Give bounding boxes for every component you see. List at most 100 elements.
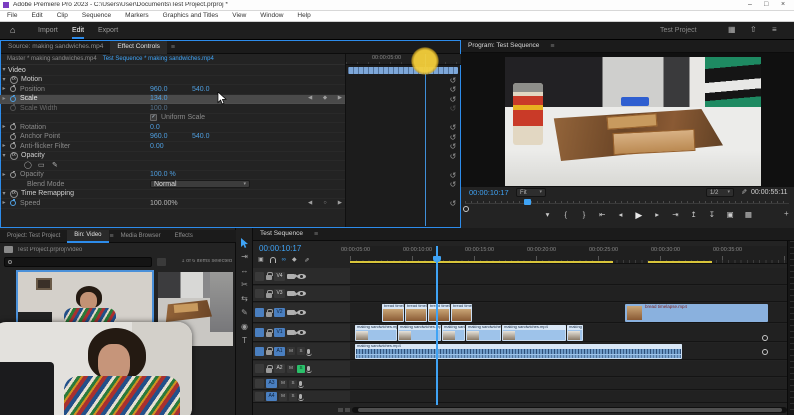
scrollbar-thumb[interactable] [358,408,782,412]
stopwatch-icon[interactable] [10,124,16,130]
ec-row-opacity-section[interactable]: ▾fx Opacity [0,152,345,162]
position-y-value[interactable]: 540.0 [192,86,210,93]
reset-icon[interactable]: ↺ [448,142,458,152]
program-scrubber[interactable] [465,201,789,204]
linked-selection-icon[interactable]: ∞ [282,257,286,263]
position-x-value[interactable]: 960.0 [150,86,168,93]
menu-clip[interactable]: Clip [50,11,75,22]
source-patch[interactable] [255,347,264,356]
ec-row-rotation[interactable]: ▸ Rotation 0.0 [0,123,345,133]
stopwatch-icon[interactable] [10,105,16,111]
source-patch[interactable] [255,364,264,373]
motion-label[interactable]: Motion [21,76,42,83]
track-lane-v4[interactable] [350,268,787,285]
camera-icon[interactable] [287,310,295,315]
kf-add-icon[interactable]: ◆ [323,96,327,102]
stopwatch-icon[interactable] [10,143,16,149]
rect-mask-icon[interactable]: ▭ [38,162,45,169]
search-box[interactable] [4,257,152,267]
scrollbar-button[interactable] [338,408,343,412]
panel-menu-icon[interactable]: ≡ [550,43,554,50]
camera-icon[interactable] [287,330,295,335]
header-menu-icon[interactable]: ≡ [772,26,777,34]
stopwatch-icon[interactable] [10,200,16,206]
eye-icon[interactable] [297,274,306,279]
track-header-v3[interactable]: V3 [253,286,350,302]
track-lane-v3[interactable] [350,286,787,302]
track-name[interactable]: A4 [266,392,277,401]
mic-icon[interactable] [299,381,302,386]
mark-out-icon[interactable]: } [577,211,592,219]
track-handle-icon[interactable] [762,349,768,355]
hand-tool[interactable]: ◉ [236,320,253,334]
track-name[interactable]: V3 [274,289,285,298]
zoom-level-select[interactable]: Fit ▾ [516,188,546,197]
track-name[interactable]: A3 [266,379,277,388]
source-patch[interactable] [255,308,264,317]
eye-icon[interactable] [297,330,306,335]
timeline-clip[interactable]: making sandwiches.mp4 [398,325,441,341]
menu-help[interactable]: Help [290,11,317,22]
track-header-v1[interactable]: V1 [253,324,350,342]
razor-tool[interactable]: ✂ [236,278,253,292]
tab-source-monitor[interactable]: Source: making sandwiches.mp4 [1,41,110,54]
menu-file[interactable]: File [0,11,24,22]
timeline-audio-clip[interactable]: making sandwiches.mp4 [355,344,682,359]
tab-sequence[interactable]: Test Sequence [253,228,310,241]
eye-icon[interactable] [297,310,306,315]
reset-icon[interactable]: ↺ [448,104,458,114]
timeline-clip[interactable]: bread timelapse.mp4 [405,304,427,322]
kf-next-icon[interactable]: ▶ [338,96,342,102]
sequence-clip-label[interactable]: Test Sequence * making sandwiches.mp4 [103,56,214,62]
ec-row-scale-width[interactable]: Scale Width 100.0 [0,104,345,114]
track-name[interactable]: V1 [274,328,285,337]
minimize-icon[interactable]: – [748,1,752,8]
ec-row-time-remapping[interactable]: ▾fx Time Remapping [0,190,345,200]
mute-button[interactable]: M [279,380,287,388]
program-timecode[interactable]: 00:00:10:17 [469,189,509,197]
rotation-value[interactable]: 0.0 [150,124,160,131]
pen-tool[interactable]: ✎ [236,306,253,320]
timeline-clip[interactable]: making sandwiches.mp4 [442,325,465,341]
close-icon[interactable]: × [781,1,785,8]
eye-icon[interactable] [297,291,306,296]
timeline-timecode[interactable]: 00:00:10:17 [259,245,301,253]
button-editor-icon[interactable]: + [784,210,789,218]
mic-icon[interactable] [307,366,310,371]
selection-tool[interactable] [236,236,253,250]
track-header-a3[interactable]: A3 M S [253,378,350,390]
panel-menu-icon[interactable]: ≡ [314,231,318,238]
lock-icon[interactable] [266,332,272,337]
reset-icon[interactable]: ↺ [448,199,458,209]
timeline-playhead-line[interactable] [436,246,438,405]
reset-icon[interactable]: ↺ [448,123,458,133]
ec-row-speed[interactable]: ▸ Speed 100.00% ◀○▶ [0,199,345,209]
add-marker-icon[interactable]: ◆ [292,257,297,263]
mark-in-icon[interactable]: { [558,211,573,219]
reset-icon[interactable]: ↺ [448,152,458,162]
source-patch[interactable] [255,392,264,401]
step-forward-icon[interactable]: ▸ [650,211,665,219]
reset-icon[interactable]: ↺ [448,180,458,190]
tab-effect-controls[interactable]: Effect Controls [110,41,167,54]
tab-import[interactable]: Import [38,27,58,34]
blend-mode-select[interactable]: Normal ▾ [150,180,250,188]
tab-export[interactable]: Export [98,27,118,34]
camera-icon[interactable] [287,274,295,279]
track-handle-icon[interactable] [762,335,768,341]
lock-icon[interactable] [266,293,272,298]
search-input[interactable] [15,259,135,265]
extract-icon[interactable]: ↧ [704,211,719,219]
type-tool[interactable]: T [236,334,253,348]
track-lane-a2[interactable] [350,361,787,377]
uniform-scale-checkbox[interactable]: ✓ [150,114,157,121]
ec-row-opacity[interactable]: ▸ Opacity 100.0 % [0,171,345,181]
menu-sequence[interactable]: Sequence [75,11,118,22]
stopwatch-icon[interactable] [10,172,16,178]
settings-wrench-icon[interactable]: ✎ [739,189,746,195]
scrollbar-button[interactable] [345,408,350,412]
ec-row-anti-flicker[interactable]: ▸ Anti-flicker Filter 0.00 [0,142,345,152]
ripple-edit-tool[interactable]: ↔ [236,264,253,278]
stopwatch-icon[interactable] [10,134,16,140]
mute-button[interactable]: M [287,365,295,373]
